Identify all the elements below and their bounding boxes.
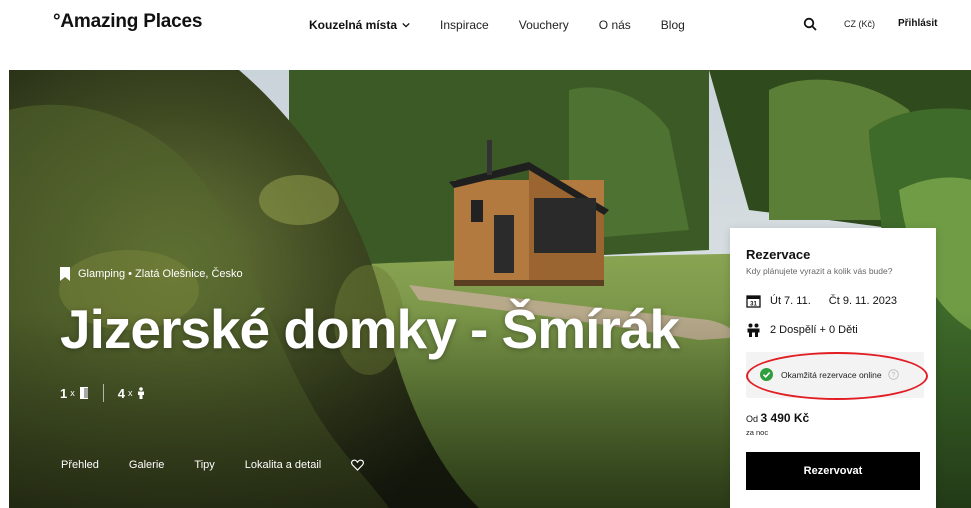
currency-selector[interactable]: CZ (Kč) (844, 19, 875, 29)
nav-item-kouzelna-mista[interactable]: Kouzelná místa (309, 18, 410, 32)
rooms-count: 1 (60, 385, 68, 401)
guests-count: 4 (117, 385, 125, 401)
nav-item-inspirace[interactable]: Inspirace (440, 18, 489, 32)
search-icon[interactable] (803, 17, 817, 31)
capacity-stats: 1 x 4 x (60, 384, 145, 402)
location-text: Glamping • Zlatá Olešnice, Česko (78, 268, 243, 280)
bookmark-icon (60, 267, 70, 281)
nav-item-label: Kouzelná místa (309, 18, 398, 32)
tab-tipy[interactable]: Tipy (194, 459, 214, 471)
tab-galerie[interactable]: Galerie (129, 459, 164, 471)
highlight-annotation (746, 352, 928, 400)
section-tabs: Přehled Galerie Tipy Lokalita a detail (61, 459, 365, 471)
guests-selector[interactable]: 2 Dospělí + 0 Děti (746, 323, 858, 337)
date-from: Út 7. 11. (770, 295, 811, 307)
price-unit: za noc (746, 428, 769, 437)
rooms-multiplier: x (70, 388, 75, 398)
person-icon (138, 387, 145, 399)
heart-icon[interactable] (351, 459, 365, 471)
people-icon (747, 323, 760, 337)
tab-prehled[interactable]: Přehled (61, 459, 99, 471)
nav-item-vouchery[interactable]: Vouchery (519, 18, 569, 32)
page-title: Jizerské domky - Šmírák (60, 298, 680, 360)
calendar-icon: 31 (746, 295, 761, 308)
main-nav: Kouzelná místa Inspirace Vouchery O nás … (309, 18, 715, 32)
reservation-card: Rezervace Kdy plánujete vyrazit a kolik … (730, 228, 936, 508)
date-picker[interactable]: 31 Út 7. 11. Čt 9. 11. 2023 (746, 294, 897, 308)
date-to: Čt 9. 11. 2023 (828, 295, 898, 307)
door-icon (79, 387, 88, 399)
top-navigation: °Amazing Places Kouzelná místa Inspirace… (0, 0, 971, 50)
price-line: Od 3 490 Kč (746, 411, 809, 425)
reservation-title: Rezervace (746, 247, 811, 262)
login-link[interactable]: Přihlásit (898, 18, 937, 29)
chevron-down-icon (402, 22, 410, 28)
site-logo[interactable]: °Amazing Places (53, 11, 202, 33)
price-prefix: Od (746, 414, 759, 424)
reserve-button[interactable]: Rezervovat (746, 452, 920, 490)
guests-value: 2 Dospělí + 0 Děti (770, 324, 858, 336)
tab-lokalita[interactable]: Lokalita a detail (245, 459, 321, 471)
nav-item-o-nas[interactable]: O nás (599, 18, 631, 32)
guests-multiplier: x (127, 388, 133, 398)
stats-divider (102, 384, 104, 402)
reservation-subtitle: Kdy plánujete vyrazit a kolik vás bude? (746, 266, 893, 276)
calendar-day: 31 (750, 302, 757, 308)
nav-item-blog[interactable]: Blog (661, 18, 685, 32)
price-value: 3 490 Kč (760, 411, 810, 425)
location-tag: Glamping • Zlatá Olešnice, Česko (60, 267, 243, 281)
